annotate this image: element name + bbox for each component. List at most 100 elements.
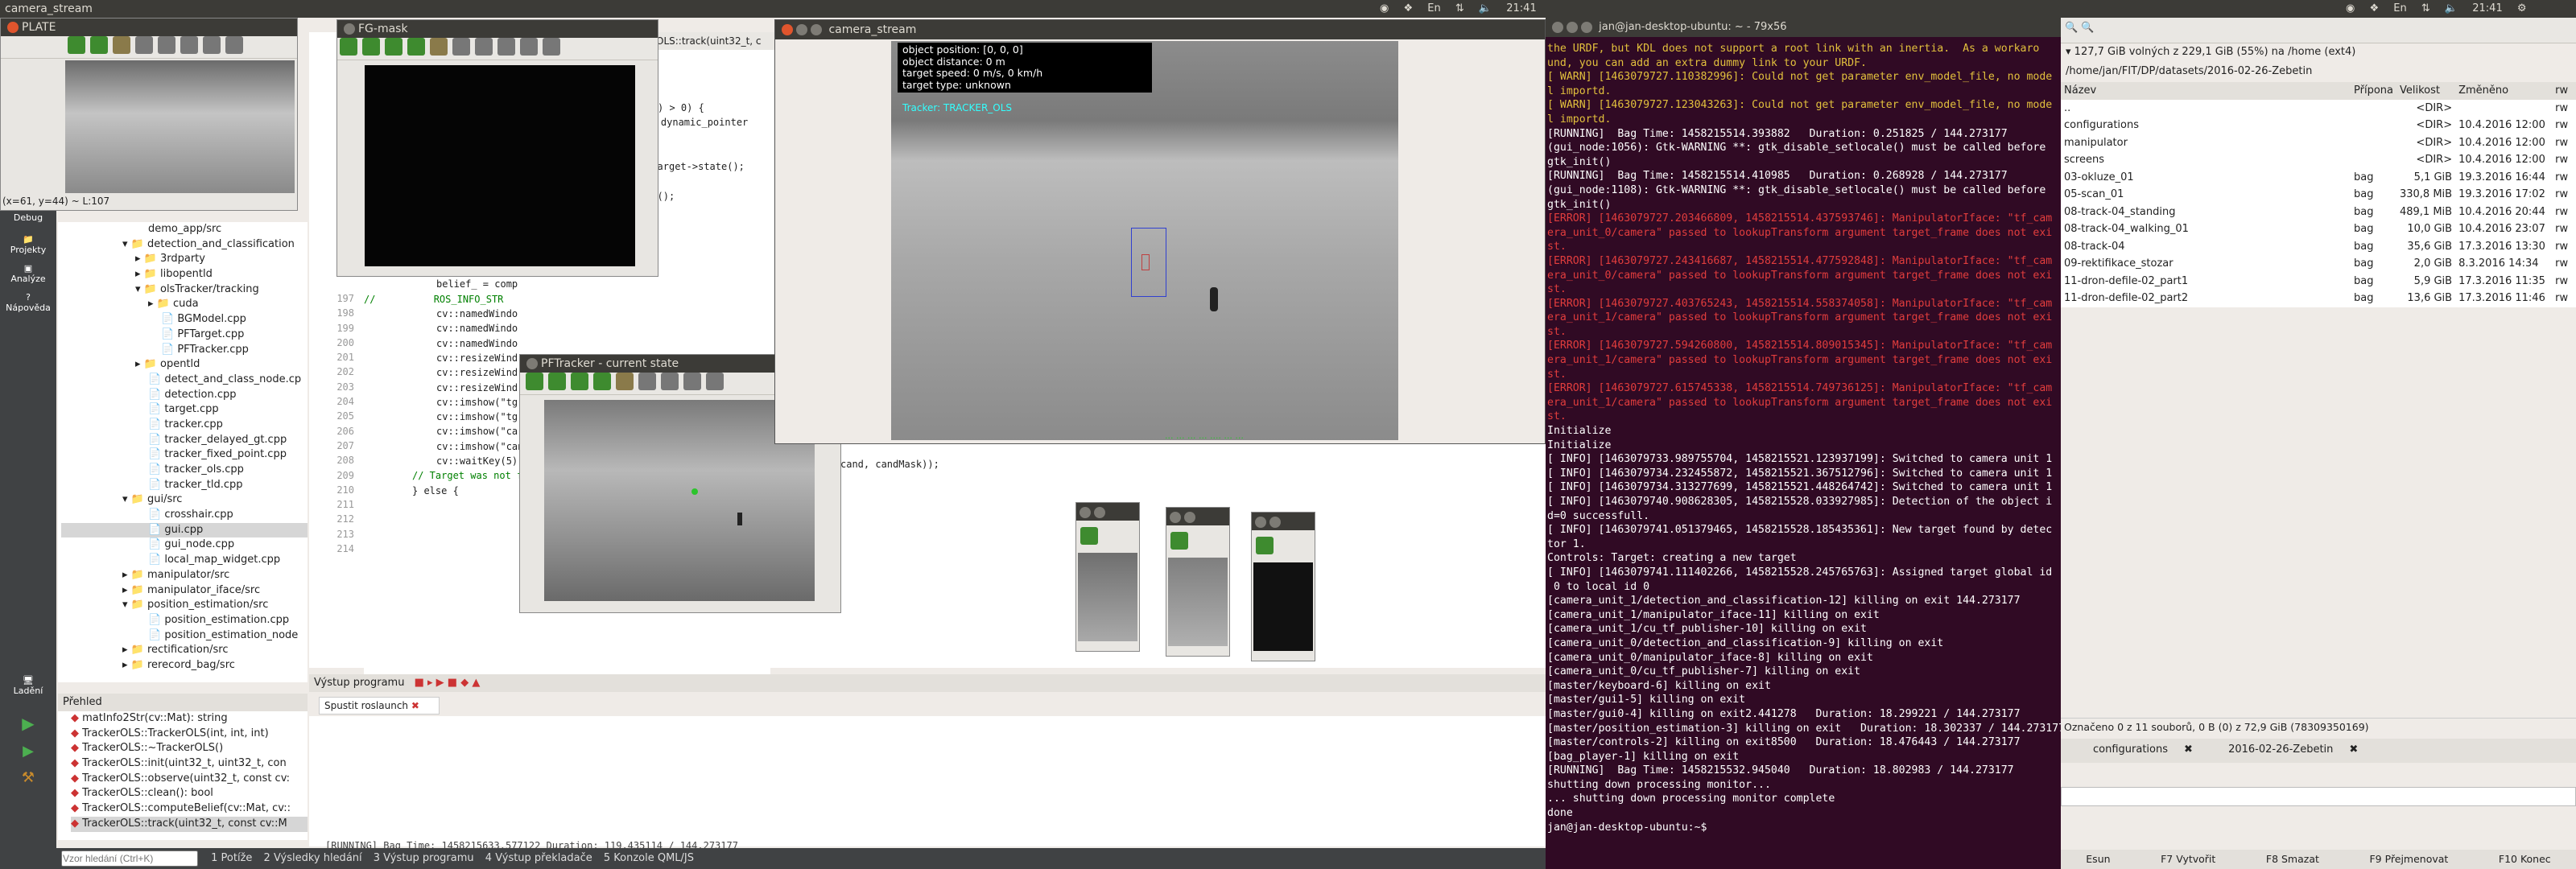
- project-tree[interactable]: demo_app/src ▾ 📁 detection_and_classific…: [58, 222, 308, 682]
- tree-item[interactable]: 📄 gui_node.cpp: [61, 537, 308, 553]
- fkey-button[interactable]: F7 Vytvořit: [2161, 850, 2215, 869]
- fkey-button[interactable]: F8 Smazat: [2266, 850, 2319, 869]
- table-row[interactable]: .. <DIR> rw: [2061, 100, 2576, 117]
- network-icon[interactable]: ⇅: [2421, 2, 2430, 14]
- mode-analyze[interactable]: Analýze: [0, 274, 56, 284]
- terminal-output[interactable]: the URDF, but KDL does not support a roo…: [1546, 37, 2061, 866]
- tree-item[interactable]: 📄 PFTracker.cpp: [61, 343, 308, 358]
- camera-stream-window[interactable]: camera_stream object position: [0, 0, 0]…: [774, 19, 1546, 444]
- status-tab-compile[interactable]: 4 Výstup překladače: [485, 848, 592, 869]
- thumb-toolbar[interactable]: [1253, 537, 1276, 554]
- clock[interactable]: 21:41: [2472, 2, 2502, 14]
- tree-item[interactable]: 📄 target.cpp: [61, 402, 308, 418]
- status-tab-issues[interactable]: 1 Potíže: [211, 848, 252, 869]
- output-toolbar-icons[interactable]: ■ ▸ ▶ ■ ◆ ▲: [415, 677, 481, 689]
- tree-item[interactable]: 📄 tracker_ols.cpp: [61, 463, 308, 478]
- close-icon[interactable]: ✖: [2349, 743, 2358, 756]
- tree-item[interactable]: ▸ 📁 rectification/src: [61, 643, 308, 658]
- terminal-titlebar[interactable]: jan@jan-desktop-ubuntu: ~ - 79x56: [1546, 18, 2061, 37]
- tree-item[interactable]: ▾ 📁 position_estimation/src: [61, 598, 308, 613]
- col-ext[interactable]: Přípona: [2351, 82, 2396, 100]
- table-row[interactable]: 08-track-04_standing bag 489,1 MiB 10.4.201…: [2061, 204, 2576, 221]
- tree-item[interactable]: ▸ 📁 3rdparty: [61, 252, 308, 267]
- overview-item[interactable]: ◆ TrackerOLS::~TrackerOLS(): [71, 741, 308, 756]
- overview-item[interactable]: ◆ TrackerOLS::track(uint32_t, const cv::…: [71, 816, 308, 832]
- overview-item[interactable]: ◆ TrackerOLS::observe(uint32_t, const cv…: [71, 772, 308, 787]
- help-icon[interactable]: ?: [0, 292, 56, 303]
- thumb-window-1[interactable]: [1075, 502, 1140, 652]
- build-hammer-icon[interactable]: ⚒: [0, 769, 56, 786]
- table-row[interactable]: 08-track-04_walking_01 bag 10,0 GiB 10.4.20…: [2061, 220, 2576, 238]
- fm-command-line[interactable]: [2061, 787, 2576, 806]
- fkey-button[interactable]: F9 Přejmenovat: [2369, 850, 2448, 869]
- tree-item[interactable]: 📄 tracker_fixed_point.cpp: [61, 447, 308, 463]
- tree-item[interactable]: ▸ 📁 manipulator/src: [61, 568, 308, 583]
- tree-item[interactable]: 📄 detection.cpp: [61, 388, 308, 403]
- overview-item[interactable]: ◆ TrackerOLS::computeBelief(cv::Mat, cv:…: [71, 801, 308, 817]
- lang-indicator[interactable]: En: [2393, 2, 2406, 14]
- overview-item[interactable]: ◆ TrackerOLS::init(uint32_t, uint32_t, c…: [71, 756, 308, 772]
- fm-path[interactable]: /home/jan/FIT/DP/datasets/2016-02-26-Zeb…: [2061, 61, 2576, 82]
- overview-item[interactable]: ◆ TrackerOLS::TrackerOLS(int, int, int): [71, 727, 308, 742]
- overview-list[interactable]: ◆ matInfo2Str(cv::Mat): string ◆ Tracker…: [58, 711, 308, 840]
- analyze-icon[interactable]: ▣: [0, 263, 56, 274]
- status-tab-qml[interactable]: 5 Konzole QML/JS: [604, 848, 694, 869]
- tree-item[interactable]: 📄 BGModel.cpp: [61, 312, 308, 327]
- tree-item[interactable]: 📄 PFTarget.cpp: [61, 327, 308, 343]
- debug-monitor-icon[interactable]: 🖥: [0, 675, 56, 686]
- thumb-titlebar[interactable]: [1076, 503, 1139, 521]
- tree-item[interactable]: 📄 local_map_widget.cpp: [61, 553, 308, 568]
- tree-item[interactable]: ▸ 📁 libopentld: [61, 267, 308, 282]
- plate-image[interactable]: [65, 60, 295, 193]
- mode-projects[interactable]: Projekty: [0, 245, 56, 255]
- col-date[interactable]: Změněno: [2455, 82, 2552, 100]
- fm-toolbar[interactable]: 🔍 🔍: [2061, 18, 2576, 43]
- plate-titlebar[interactable]: PLATE: [1, 19, 297, 36]
- tree-item[interactable]: 📄 tracker.cpp: [61, 418, 308, 433]
- lang-indicator[interactable]: En: [1427, 2, 1440, 14]
- fm-tab[interactable]: configurations: [2093, 743, 2168, 756]
- table-row[interactable]: screens <DIR> 10.4.2016 12:00 rw: [2061, 151, 2576, 169]
- tree-item[interactable]: 📄 crosshair.cpp: [61, 508, 308, 523]
- plate-window[interactable]: PLATE (x=61, y=44) ~ L:107: [0, 18, 298, 211]
- table-row[interactable]: 08-track-04 bag 35,6 GiB 17.3.2016 13:30 rw: [2061, 238, 2576, 256]
- run-icon[interactable]: ▶: [0, 714, 56, 733]
- volume-icon[interactable]: 🔈: [1479, 2, 1492, 14]
- terminal-window[interactable]: jan@jan-desktop-ubuntu: ~ - 79x56 the UR…: [1546, 18, 2061, 869]
- tree-item[interactable]: demo_app/src: [61, 222, 308, 237]
- fm-tabs[interactable]: configurations ✖ 2016-02-26-Zebetin ✖: [2061, 739, 2576, 763]
- fm-file-table[interactable]: Název Přípona Velikost Změněno rw .. <DIR…: [2061, 82, 2576, 307]
- tree-item[interactable]: ▸ 📁 opentld: [61, 357, 308, 373]
- table-row[interactable]: 09-rektifikace_stozar bag 2,0 GiB 8.3.2016 …: [2061, 255, 2576, 273]
- mode-debug[interactable]: Debug: [0, 212, 56, 223]
- status-tab-search[interactable]: 2 Výsledky hledání: [264, 848, 362, 869]
- fgmask-toolbar[interactable]: [337, 38, 658, 60]
- col-name[interactable]: Název: [2061, 82, 2351, 100]
- tree-item[interactable]: 📄 tracker_tld.cpp: [61, 478, 308, 493]
- camera-titlebar[interactable]: camera_stream: [775, 20, 1545, 39]
- dropbox-icon[interactable]: ❖: [1403, 2, 1413, 14]
- tree-item[interactable]: 📄 position_estimation_node: [61, 628, 308, 644]
- tree-item[interactable]: ▸ 📁 rerecord_bag/src: [61, 658, 308, 673]
- fm-tab[interactable]: 2016-02-26-Zebetin: [2228, 743, 2333, 756]
- thumb-window-3[interactable]: [1251, 512, 1315, 661]
- table-row[interactable]: manipulator <DIR> 10.4.2016 12:00 rw: [2061, 134, 2576, 152]
- clock[interactable]: 21:41: [1506, 2, 1536, 14]
- tree-item[interactable]: ▸ 📁 cuda: [61, 297, 308, 312]
- chrome-icon[interactable]: ◉: [1380, 2, 1389, 14]
- thumb-titlebar[interactable]: [1252, 513, 1315, 530]
- mode-debugging[interactable]: Ladění: [0, 686, 56, 696]
- plate-toolbar[interactable]: [1, 36, 297, 59]
- table-row[interactable]: 05-scan_01 bag 330,8 MiB 19.3.2016 17:02 rw: [2061, 186, 2576, 204]
- mode-help[interactable]: Nápověda: [0, 303, 56, 313]
- target-bounding-box[interactable]: [1131, 228, 1166, 297]
- table-row[interactable]: 11-dron-defile-02_part1 bag 5,9 GiB 17.3.20…: [2061, 273, 2576, 290]
- file-manager-window[interactable]: 🔍 🔍 ▾ 127,7 GiB volných z 229,1 GiB (55%…: [2061, 18, 2576, 869]
- power-icon[interactable]: ⚙: [2517, 2, 2527, 14]
- table-row[interactable]: 03-okluze_01 bag 5,1 GiB 19.3.2016 16:44 rw: [2061, 169, 2576, 187]
- output-tab[interactable]: Spustit roslaunch ✖: [319, 697, 440, 715]
- debug-run-icon[interactable]: ▶: [0, 743, 56, 760]
- fgmask-image[interactable]: [365, 65, 635, 266]
- network-icon[interactable]: ⇅: [1455, 2, 1464, 14]
- thumb-toolbar[interactable]: [1078, 527, 1100, 545]
